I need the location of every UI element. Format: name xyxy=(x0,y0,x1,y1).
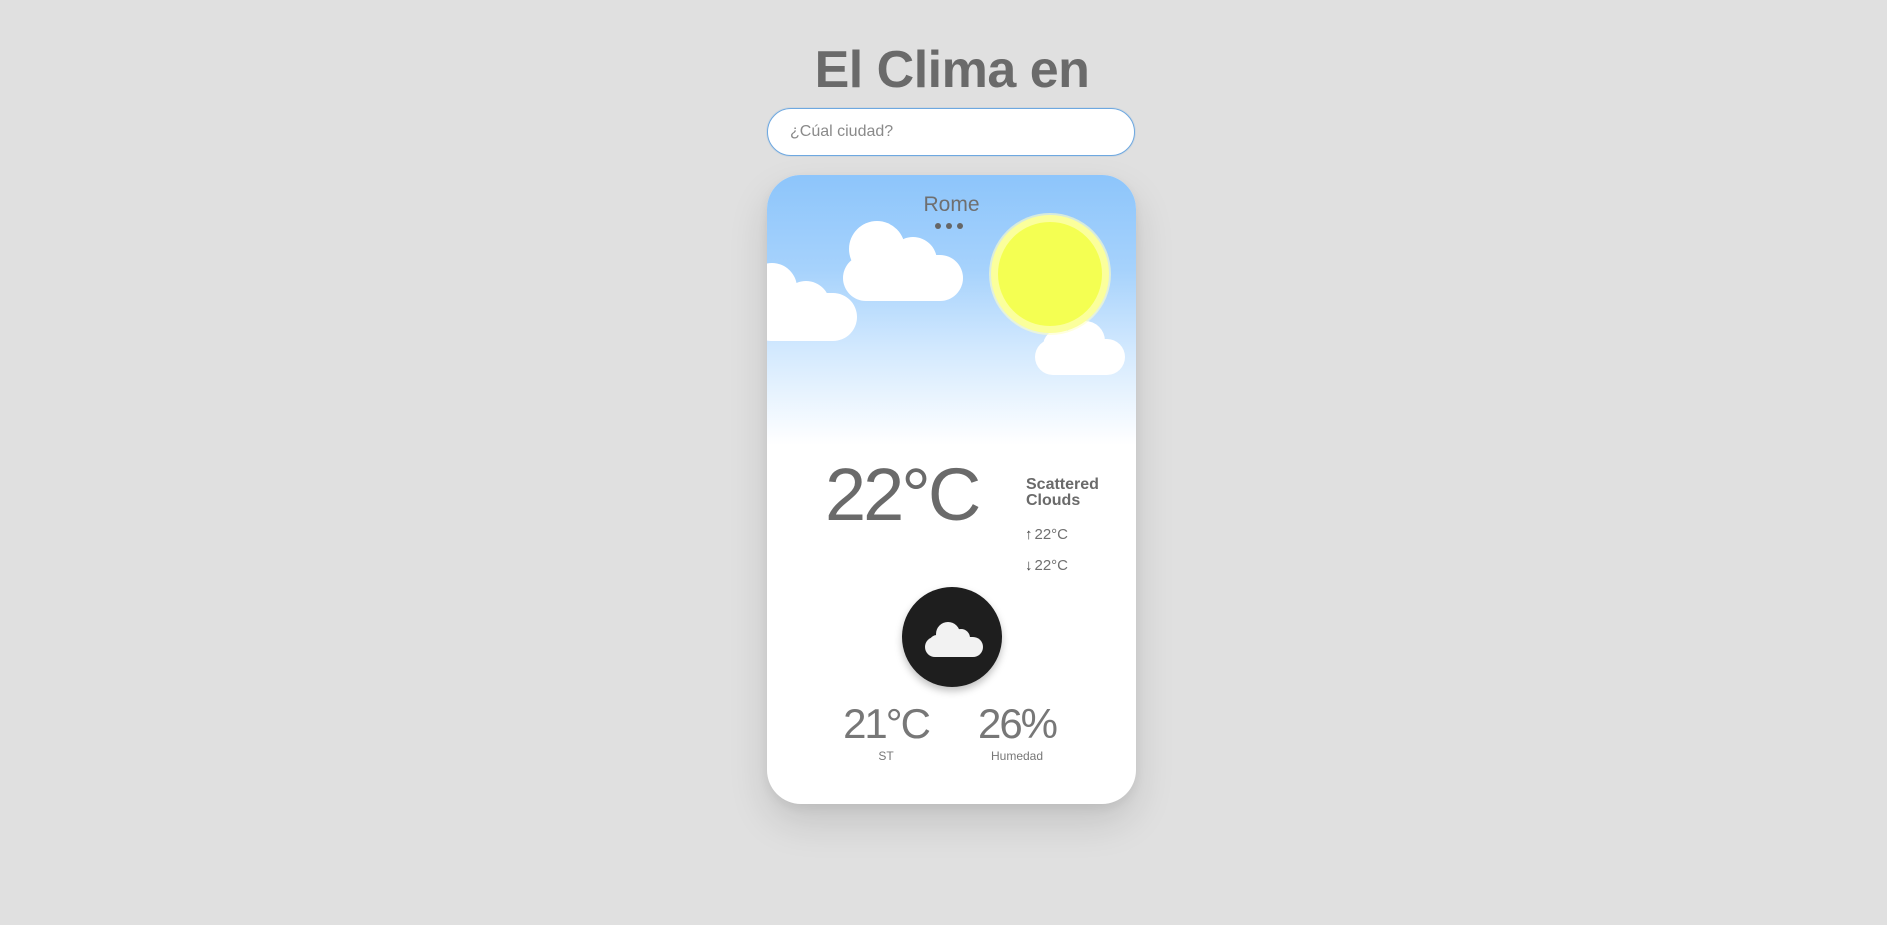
feels-like-stat: 21°C ST xyxy=(826,700,946,764)
humidity-stat: 26% Humedad xyxy=(957,700,1077,764)
max-temperature-value: 22°C xyxy=(1034,526,1069,543)
weather-icon xyxy=(902,587,1002,687)
current-temperature: 22°C xyxy=(825,453,981,536)
city-search-input[interactable] xyxy=(767,108,1135,156)
city-name: Rome xyxy=(923,193,980,216)
cloud-middle-icon xyxy=(843,221,963,301)
more-options-button[interactable] xyxy=(935,223,963,229)
humidity-label: Humedad xyxy=(990,749,1044,763)
sun-icon xyxy=(991,215,1109,333)
weather-description: Scattered Clouds xyxy=(1026,476,1099,509)
feels-like-label: ST xyxy=(878,749,894,763)
feels-like-value: 21°C xyxy=(843,700,931,747)
min-temperature: ↓ 22°C xyxy=(1025,557,1068,574)
arrow-down-icon: ↓ xyxy=(1025,557,1033,574)
cloud-icon xyxy=(925,622,983,657)
humidity-value: 26% xyxy=(977,700,1058,747)
weather-card: Rome 22°C Scattered Clouds ↑ 22°C ↓ 22°C xyxy=(767,175,1136,804)
page-title: El Clima en xyxy=(814,41,1090,99)
max-temperature: ↑ 22°C xyxy=(1025,526,1068,543)
page: El Clima en Rome 22°C Scattered Clouds ↑ xyxy=(0,0,1887,925)
min-temperature-value: 22°C xyxy=(1034,557,1069,574)
arrow-up-icon: ↑ xyxy=(1025,526,1033,543)
